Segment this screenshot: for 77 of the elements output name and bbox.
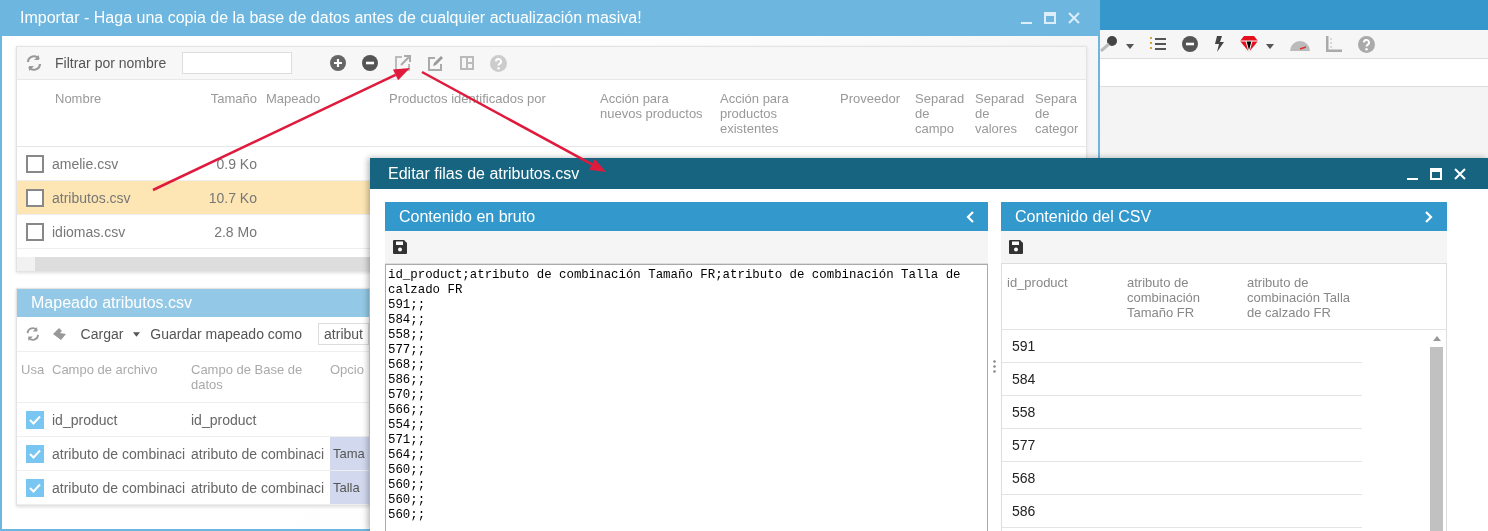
file-name: idiomas.csv xyxy=(52,223,127,240)
column-header[interactable]: Campo de archivo xyxy=(52,352,191,402)
file-size: 10.7 Ko xyxy=(207,189,258,206)
lightning-icon[interactable] xyxy=(1214,36,1224,52)
column-header[interactable]: Separa de categor xyxy=(1032,80,1078,146)
checkbox[interactable] xyxy=(25,410,44,429)
window-title: Importar - Haga una copia de la base de datos antes de cualquier actualización masiva! xyxy=(20,9,642,27)
mapping-name-field[interactable]: atribut xyxy=(318,323,369,345)
file-name: amelie.csv xyxy=(52,155,120,172)
table-cell-text: id_product xyxy=(52,411,119,428)
column-header[interactable]: Mapeado xyxy=(263,80,386,146)
help-icon[interactable] xyxy=(1358,35,1375,53)
column-header[interactable]: Tamaño xyxy=(201,80,263,146)
numbered-list-icon[interactable] xyxy=(1150,37,1166,51)
option-cell[interactable]: Tama xyxy=(330,437,369,470)
column-header[interactable]: id_product xyxy=(1002,264,1122,329)
ruler-icon[interactable] xyxy=(1326,36,1342,52)
column-header[interactable]: atributo de combinación Tamaño FR xyxy=(1122,264,1242,329)
table-cell: 577 xyxy=(1002,429,1362,462)
table-cell: 586 xyxy=(1002,495,1362,528)
table-cell: 584 xyxy=(1002,363,1362,396)
column-header[interactable]: Separad de valores xyxy=(972,80,1032,146)
file-size: 2.8 Mo xyxy=(213,223,258,240)
filter-field[interactable] xyxy=(182,52,293,74)
minus-circle-icon[interactable] xyxy=(1182,36,1198,52)
export-icon[interactable] xyxy=(394,54,412,72)
window-title: Editar filas de atributos.csv xyxy=(388,164,580,183)
caret-icon[interactable] xyxy=(1126,44,1134,49)
table-cell-text: atributo de combinaci xyxy=(52,445,187,462)
table-cell-text: id_product xyxy=(191,411,258,428)
column-header[interactable]: Separad de campo xyxy=(912,80,972,146)
file-name: atributos.csv xyxy=(52,189,132,206)
panel-title: Mapeado atributos.csv xyxy=(31,294,192,312)
checkbox[interactable] xyxy=(25,222,44,241)
column-header[interactable]: atributo de combinación Talla de calzado FR xyxy=(1242,264,1362,329)
layout-icon[interactable] xyxy=(460,56,475,70)
add-icon[interactable] xyxy=(330,55,347,71)
table-cell-text: atributo de combinaci xyxy=(52,479,187,496)
table-cell-text: atributo de combinaci xyxy=(191,479,326,496)
column-header[interactable]: Usa xyxy=(17,352,52,402)
column-header[interactable]: Campo de Base de datos xyxy=(191,352,330,402)
column-header[interactable]: Nombre xyxy=(52,80,201,146)
column-header[interactable]: Acción para productos existentes xyxy=(717,80,837,146)
gem-icon[interactable] xyxy=(1240,36,1258,52)
refresh-icon[interactable] xyxy=(25,54,43,72)
option-cell[interactable]: Talla xyxy=(330,471,369,504)
column-header[interactable]: Opcio xyxy=(330,352,369,402)
vertical-scrollbar[interactable] xyxy=(1430,347,1443,531)
caret-icon[interactable] xyxy=(1266,44,1274,49)
filter-label: Filtrar por nombre xyxy=(55,55,167,71)
column-header[interactable]: Acción para nuevos productos xyxy=(597,80,717,146)
panel-title: Contenido del CSV xyxy=(1015,207,1152,226)
caret-icon[interactable] xyxy=(133,331,141,337)
save-icon[interactable] xyxy=(393,240,407,254)
raw-text-area[interactable]: id_product;atributo de combinación Tamaño FR;atributo de combinación Talla de calzado FR 591;; 584;; 558;; 577;; 568;; 586;; 570;; 566;; 554;; 571;; 564;; 560;; 560;; 560;; 560;; xyxy=(385,264,988,531)
checkbox[interactable] xyxy=(25,154,44,173)
table-cell: 591 xyxy=(1002,330,1362,363)
save-mapping-label: Guardar mapeado como xyxy=(150,326,303,342)
scroll-up-icon[interactable] xyxy=(1432,336,1441,341)
column-header[interactable]: Proveedor xyxy=(837,80,912,146)
panel-title: Contenido en bruto xyxy=(399,207,536,226)
key-icon[interactable] xyxy=(1100,36,1118,52)
load-button[interactable]: Cargar xyxy=(50,326,124,342)
edit-icon[interactable] xyxy=(427,54,445,72)
table-cell: 568 xyxy=(1002,462,1362,495)
table-cell: 558 xyxy=(1002,396,1362,429)
checkbox[interactable] xyxy=(25,188,44,207)
splitter-handle-icon[interactable] xyxy=(993,360,996,373)
checkbox[interactable] xyxy=(25,444,44,463)
save-icon[interactable] xyxy=(1009,240,1023,254)
refresh-icon[interactable] xyxy=(25,325,41,343)
table-cell-text: atributo de combinaci xyxy=(191,445,326,462)
file-size: 0.9 Ko xyxy=(215,155,258,172)
remove-icon[interactable] xyxy=(362,55,379,71)
chevron-left-icon[interactable] xyxy=(966,210,974,223)
chevron-right-icon[interactable] xyxy=(1425,210,1433,223)
checkbox[interactable] xyxy=(25,478,44,497)
